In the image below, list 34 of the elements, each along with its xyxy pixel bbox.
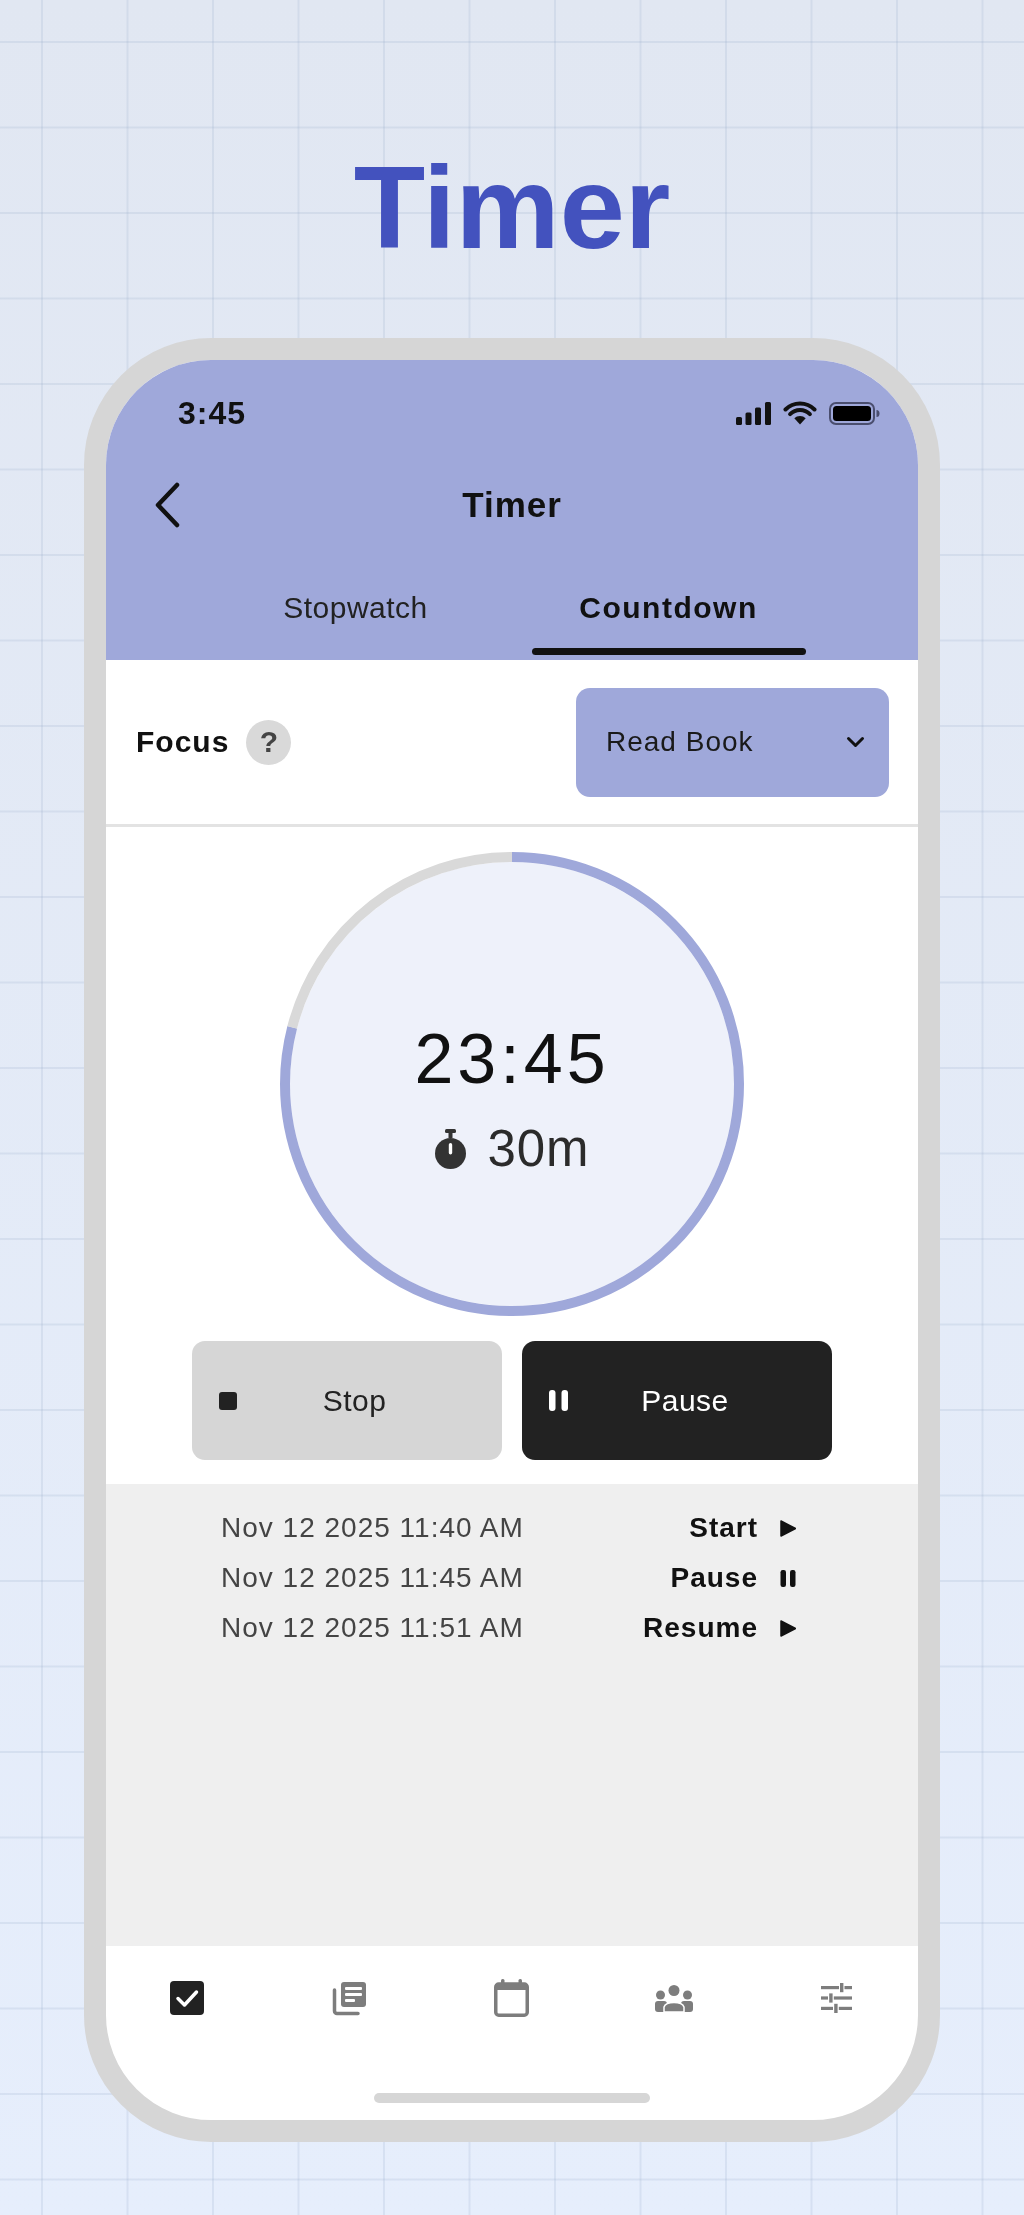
- pause-button[interactable]: Pause: [522, 1341, 832, 1460]
- sliders-icon[interactable]: [821, 1983, 853, 2013]
- log-timestamp: Nov 12 2025 11:45 AM: [221, 1562, 524, 1594]
- stopwatch-icon: [434, 1129, 468, 1169]
- activity-dropdown[interactable]: Read Book: [576, 687, 889, 797]
- log-timestamp: Nov 12 2025 11:40 AM: [221, 1512, 524, 1544]
- wifi-icon: [783, 401, 817, 425]
- tab[interactable]: Stopwatch: [199, 544, 512, 660]
- log-action: Resume: [643, 1612, 758, 1644]
- notes-icon[interactable]: [332, 1980, 368, 2016]
- duration-label: 30m: [487, 1124, 590, 1174]
- play-icon: [780, 1619, 796, 1637]
- checkbox-icon[interactable]: [170, 1981, 205, 2015]
- log-action: Start: [689, 1512, 758, 1544]
- stop-icon: [219, 1391, 237, 1410]
- stop-button[interactable]: Stop: [192, 1341, 502, 1460]
- pause-icon: [780, 1569, 796, 1587]
- focus-label: Focus: [136, 725, 230, 759]
- play-icon: [780, 1519, 796, 1537]
- chevron-down-icon: [846, 736, 865, 748]
- remaining-time: 23:45: [414, 1019, 610, 1099]
- group-icon[interactable]: [655, 1984, 694, 2012]
- calendar-icon[interactable]: [494, 1979, 530, 2017]
- log-timestamp: Nov 12 2025 11:51 AM: [221, 1612, 524, 1644]
- back-icon[interactable]: [154, 481, 181, 529]
- status-time: 3:45: [178, 394, 247, 432]
- log-action: Pause: [670, 1562, 758, 1594]
- pause-icon: [549, 1390, 568, 1411]
- tab[interactable]: Countdown: [512, 544, 825, 660]
- help-button[interactable]: ?: [246, 719, 292, 765]
- screen-title: Timer: [462, 485, 562, 525]
- page-title: Timer: [353, 149, 671, 266]
- battery-icon: [829, 401, 880, 425]
- signal-icon: [736, 401, 771, 425]
